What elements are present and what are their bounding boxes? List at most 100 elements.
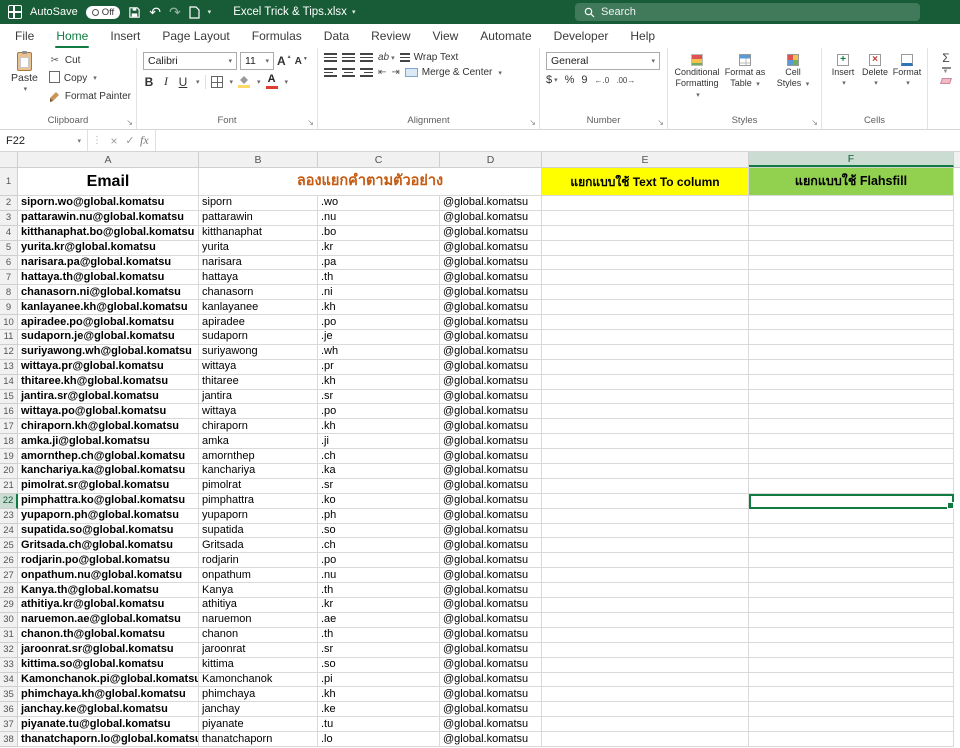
cell-E12[interactable] — [542, 344, 749, 360]
cell-A9[interactable]: kanlayanee.kh@global.komatsu — [18, 300, 199, 316]
cell-B28[interactable]: Kanya — [199, 583, 318, 599]
cell-A24[interactable]: supatida.so@global.komatsu — [18, 523, 199, 539]
row-header-32[interactable]: 32 — [0, 642, 18, 658]
currency-button[interactable]: $ ▾ — [546, 74, 558, 86]
underline-button[interactable]: U — [177, 75, 189, 89]
cell-A35[interactable]: phimchaya.kh@global.komatsu — [18, 687, 199, 703]
cell-D21[interactable]: @global.komatsu — [440, 478, 542, 494]
cell-A34[interactable]: Kamonchanok.pi@global.komatsu — [18, 672, 199, 688]
cell-A20[interactable]: kanchariya.ka@global.komatsu — [18, 464, 199, 479]
tab-formulas[interactable]: Formulas — [241, 24, 313, 48]
format-cells-button[interactable]: Format ▾ — [892, 52, 922, 114]
cell-B32[interactable]: jaroonrat — [199, 642, 318, 658]
cell-B18[interactable]: amka — [199, 434, 318, 450]
cell-F1[interactable]: แยกแบบใช้ Flahsfill — [749, 168, 954, 196]
cell-E1[interactable]: แยกแบบใช้ Text To column — [542, 168, 749, 196]
row-header-11[interactable]: 11 — [0, 330, 18, 345]
cell-B10[interactable]: apiradee — [199, 315, 318, 331]
cell-C21[interactable]: .sr — [318, 478, 440, 494]
cell-A31[interactable]: chanon.th@global.komatsu — [18, 627, 199, 643]
cell-A19[interactable]: amornthep.ch@global.komatsu — [18, 449, 199, 465]
cell-F34[interactable] — [749, 672, 954, 688]
borders-button[interactable] — [210, 75, 223, 88]
bold-button[interactable]: B — [143, 75, 155, 89]
cell-E2[interactable] — [542, 196, 749, 211]
cell-C34[interactable]: .pi — [318, 672, 440, 688]
cell-A32[interactable]: jaroonrat.sr@global.komatsu — [18, 642, 199, 658]
select-all-corner[interactable] — [0, 152, 18, 167]
cell-E25[interactable] — [542, 538, 749, 554]
cell-E8[interactable] — [542, 285, 749, 301]
cell-B1-merged[interactable]: ลองแยกคำตามตัวอย่าง — [199, 168, 542, 196]
cell-D7[interactable]: @global.komatsu — [440, 270, 542, 286]
cell-E19[interactable] — [542, 449, 749, 465]
cell-E23[interactable] — [542, 508, 749, 524]
cell-F3[interactable] — [749, 210, 954, 226]
cell-F15[interactable] — [749, 389, 954, 405]
cell-C18[interactable]: .ji — [318, 434, 440, 450]
cell-F11[interactable] — [749, 330, 954, 345]
cell-D11[interactable]: @global.komatsu — [440, 330, 542, 345]
undo-icon[interactable]: ↶ — [149, 5, 161, 19]
column-header-F[interactable]: F — [749, 152, 954, 167]
cell-E14[interactable] — [542, 374, 749, 390]
cell-F2[interactable] — [749, 196, 954, 211]
cell-D12[interactable]: @global.komatsu — [440, 344, 542, 360]
decrease-decimal-button[interactable]: .00→ — [616, 76, 635, 85]
cell-C32[interactable]: .sr — [318, 642, 440, 658]
cell-D15[interactable]: @global.komatsu — [440, 389, 542, 405]
cell-F16[interactable] — [749, 404, 954, 420]
font-color-button[interactable]: A — [265, 74, 278, 89]
cell-B21[interactable]: pimolrat — [199, 478, 318, 494]
formula-input[interactable] — [154, 130, 960, 151]
merge-center-button[interactable]: Merge & Center ▾ — [404, 67, 502, 78]
cell-C36[interactable]: .ke — [318, 702, 440, 718]
increase-font-button[interactable]: A ▲ — [277, 54, 292, 68]
cell-C22[interactable]: .ko — [318, 493, 440, 509]
cell-E26[interactable] — [542, 553, 749, 569]
cell-A26[interactable]: rodjarin.po@global.komatsu — [18, 553, 199, 569]
align-middle-icon[interactable] — [342, 53, 355, 62]
cell-E22[interactable] — [542, 493, 749, 509]
cell-C29[interactable]: .kr — [318, 598, 440, 613]
cell-C20[interactable]: .ka — [318, 464, 440, 479]
document-title[interactable]: Excel Trick & Tips.xlsx ▾ — [233, 6, 355, 18]
styles-dialog-launcher[interactable]: ↘ — [811, 119, 818, 127]
insert-function-icon[interactable]: fx — [140, 133, 149, 148]
row-header-31[interactable]: 31 — [0, 627, 18, 643]
row-header-5[interactable]: 5 — [0, 240, 18, 256]
cell-D19[interactable]: @global.komatsu — [440, 449, 542, 465]
cell-C12[interactable]: .wh — [318, 344, 440, 360]
cell-E29[interactable] — [542, 598, 749, 613]
cell-C28[interactable]: .th — [318, 583, 440, 599]
cell-F18[interactable] — [749, 434, 954, 450]
cell-B22[interactable]: pimphattra — [199, 493, 318, 509]
row-header-34[interactable]: 34 — [0, 672, 18, 688]
row-header-24[interactable]: 24 — [0, 523, 18, 539]
cell-B19[interactable]: amornthep — [199, 449, 318, 465]
cell-F7[interactable] — [749, 270, 954, 286]
cell-F23[interactable] — [749, 508, 954, 524]
cell-B36[interactable]: janchay — [199, 702, 318, 718]
cell-A29[interactable]: athitiya.kr@global.komatsu — [18, 598, 199, 613]
cell-C7[interactable]: .th — [318, 270, 440, 286]
cell-B20[interactable]: kanchariya — [199, 464, 318, 479]
clear-button[interactable] — [936, 78, 956, 85]
cell-F12[interactable] — [749, 344, 954, 360]
cell-A5[interactable]: yurita.kr@global.komatsu — [18, 240, 199, 256]
row-header-14[interactable]: 14 — [0, 374, 18, 390]
redo-icon[interactable]: ↷ — [169, 5, 181, 19]
orientation-button[interactable]: ab ▾ — [378, 52, 395, 63]
row-header-33[interactable]: 33 — [0, 657, 18, 673]
cell-F32[interactable] — [749, 642, 954, 658]
cell-B8[interactable]: chanasorn — [199, 285, 318, 301]
excel-app-icon[interactable] — [8, 5, 22, 19]
row-header-7[interactable]: 7 — [0, 270, 18, 286]
cell-B16[interactable]: wittaya — [199, 404, 318, 420]
cell-F37[interactable] — [749, 717, 954, 733]
cell-E24[interactable] — [542, 523, 749, 539]
row-header-23[interactable]: 23 — [0, 508, 18, 524]
name-box[interactable]: F22 ▾ — [0, 130, 88, 151]
cell-A30[interactable]: naruemon.ae@global.komatsu — [18, 612, 199, 628]
cell-C37[interactable]: .tu — [318, 717, 440, 733]
